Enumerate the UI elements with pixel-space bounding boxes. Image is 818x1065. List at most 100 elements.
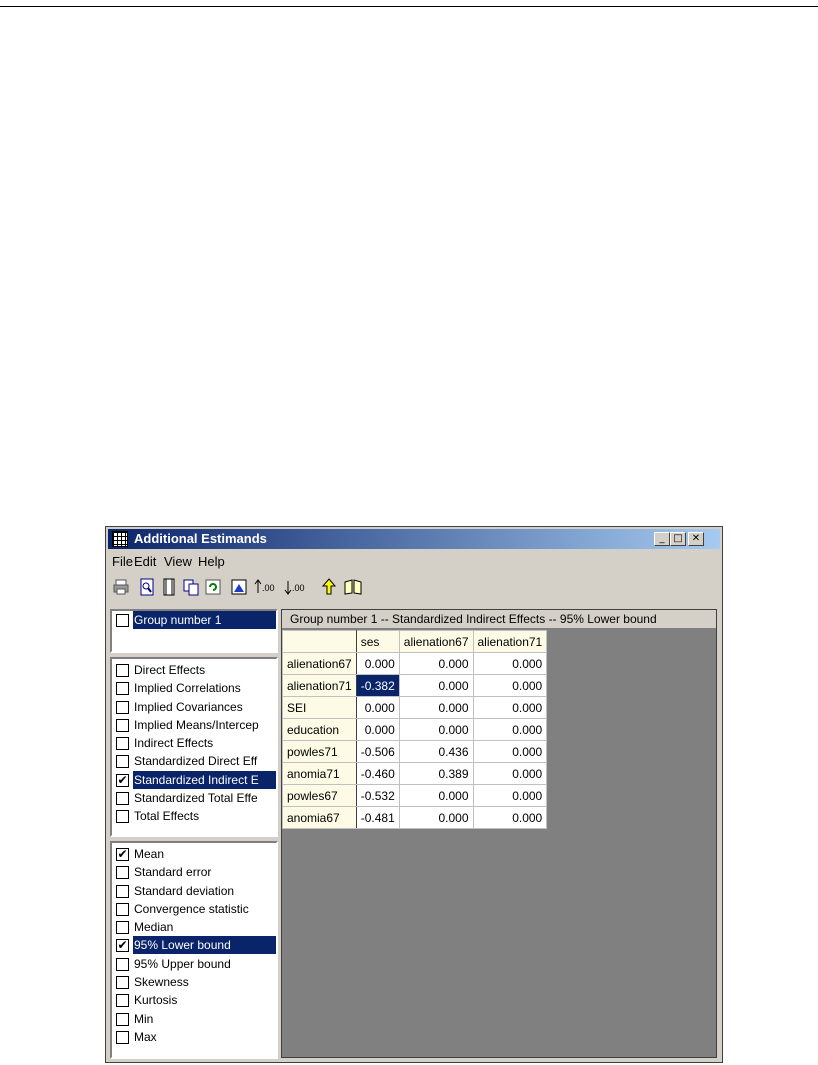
table-cell[interactable]: -0.532 bbox=[355, 784, 400, 807]
title-bar[interactable]: Additional Estimands _ □ ✕ bbox=[108, 529, 720, 549]
row-header[interactable]: SEI bbox=[282, 696, 357, 719]
estimand-checkbox[interactable]: ✔ bbox=[116, 773, 129, 787]
statistic-checkbox[interactable]: ✔ bbox=[116, 939, 129, 953]
menu-edit[interactable]: Edit bbox=[134, 554, 156, 569]
statistic-item[interactable]: Kurtosis bbox=[112, 991, 276, 1009]
copy-icon[interactable] bbox=[182, 578, 200, 596]
estimand-item[interactable]: Direct Effects bbox=[112, 661, 276, 679]
estimand-checkbox[interactable] bbox=[116, 792, 129, 806]
statistic-checkbox[interactable] bbox=[116, 994, 129, 1008]
group-item[interactable]: Group number 1 bbox=[112, 611, 276, 629]
table-cell[interactable]: 0.000 bbox=[398, 674, 474, 697]
estimand-item[interactable]: Implied Covariances bbox=[112, 698, 276, 716]
print-icon[interactable] bbox=[112, 578, 130, 596]
column-header[interactable]: ses bbox=[355, 630, 400, 653]
table-cell[interactable]: 0.000 bbox=[472, 696, 548, 719]
up-arrow-icon[interactable] bbox=[320, 578, 338, 596]
statistic-checkbox[interactable] bbox=[116, 1030, 129, 1044]
estimand-item[interactable]: Implied Means/Intercep bbox=[112, 716, 276, 734]
table-cell[interactable]: 0.436 bbox=[398, 740, 474, 763]
increase-decimals-icon[interactable]: .00 bbox=[254, 578, 280, 596]
maximize-button[interactable]: □ bbox=[670, 532, 686, 546]
statistic-checkbox[interactable]: ✔ bbox=[116, 848, 129, 861]
table-cell[interactable]: 0.000 bbox=[472, 718, 548, 741]
estimand-item[interactable]: Total Effects bbox=[112, 807, 276, 825]
table-cell[interactable]: 0.000 bbox=[355, 718, 400, 741]
estimand-item[interactable]: Indirect Effects bbox=[112, 734, 276, 752]
table-cell[interactable]: 0.000 bbox=[472, 674, 548, 697]
estimand-item[interactable]: Standardized Total Effe bbox=[112, 789, 276, 807]
table-cell[interactable]: 0.000 bbox=[398, 696, 474, 719]
decrease-decimals-icon[interactable]: .00 bbox=[284, 578, 310, 596]
estimand-checkbox[interactable] bbox=[116, 737, 129, 751]
table-cell[interactable]: 0.000 bbox=[355, 652, 400, 675]
row-header[interactable]: powles71 bbox=[282, 740, 357, 763]
statistic-checkbox[interactable] bbox=[116, 1012, 129, 1026]
table-cell[interactable]: 0.000 bbox=[472, 740, 548, 763]
help-book-icon[interactable] bbox=[344, 578, 362, 596]
statistic-checkbox[interactable] bbox=[116, 957, 129, 971]
statistic-item[interactable]: Standard deviation bbox=[112, 882, 276, 900]
table-cell[interactable]: 0.389 bbox=[398, 762, 474, 785]
menu-help[interactable]: Help bbox=[198, 554, 225, 569]
table-cell[interactable]: -0.382 bbox=[355, 674, 400, 697]
statistic-checkbox[interactable] bbox=[116, 902, 129, 916]
page-setup-icon[interactable] bbox=[160, 578, 178, 596]
estimand-checkbox[interactable] bbox=[116, 664, 129, 677]
table-cell[interactable]: 0.000 bbox=[398, 806, 474, 829]
estimand-item[interactable]: Standardized Direct Eff bbox=[112, 752, 276, 770]
print-preview-icon[interactable] bbox=[138, 578, 156, 596]
table-cell[interactable]: -0.506 bbox=[355, 740, 400, 763]
row-header[interactable]: powles67 bbox=[282, 784, 357, 807]
table-cell[interactable]: -0.460 bbox=[355, 762, 400, 785]
refresh-icon[interactable] bbox=[204, 578, 222, 596]
statistic-item[interactable]: ✔ 95% Lower bound bbox=[112, 936, 276, 955]
row-header[interactable]: anomia71 bbox=[282, 762, 357, 785]
table-cell[interactable]: 0.000 bbox=[398, 784, 474, 807]
statistic-item[interactable]: Convergence statistic bbox=[112, 900, 276, 918]
statistic-item[interactable]: Skewness bbox=[112, 973, 276, 991]
estimand-checkbox[interactable] bbox=[116, 700, 129, 714]
table-cell[interactable]: -0.481 bbox=[355, 806, 400, 829]
additional-estimands-window: Additional Estimands _ □ ✕ File Edit Vie… bbox=[105, 526, 723, 1063]
estimand-checkbox[interactable] bbox=[116, 810, 129, 824]
table-cell[interactable]: 0.000 bbox=[355, 696, 400, 719]
column-header[interactable]: alienation67 bbox=[398, 630, 474, 653]
statistic-item[interactable]: Median bbox=[112, 918, 276, 936]
menu-file[interactable]: File bbox=[112, 554, 133, 569]
group-checkbox[interactable] bbox=[116, 614, 129, 627]
statistic-checkbox[interactable] bbox=[116, 976, 129, 990]
table-cell[interactable]: 0.000 bbox=[398, 718, 474, 741]
estimands-list[interactable]: Direct Effects Implied Correlations Implie… bbox=[110, 657, 278, 837]
table-cell[interactable]: 0.000 bbox=[472, 784, 548, 807]
statistic-item[interactable]: 95% Upper bound bbox=[112, 955, 276, 973]
statistic-checkbox[interactable] bbox=[116, 884, 129, 898]
table-row: SEI 0.000 0.000 0.000 bbox=[282, 696, 548, 719]
table-cell[interactable]: 0.000 bbox=[472, 762, 548, 785]
table-cell[interactable]: 0.000 bbox=[398, 652, 474, 675]
view-chart-icon[interactable] bbox=[230, 578, 248, 596]
estimand-item[interactable]: Implied Correlations bbox=[112, 679, 276, 697]
row-header[interactable]: anomia67 bbox=[282, 806, 357, 829]
row-header[interactable]: education bbox=[282, 718, 357, 741]
row-header[interactable]: alienation67 bbox=[282, 652, 357, 675]
column-header[interactable]: alienation71 bbox=[472, 630, 548, 653]
statistic-item[interactable]: Min bbox=[112, 1010, 276, 1028]
statistic-item[interactable]: Standard error bbox=[112, 863, 276, 881]
row-header[interactable]: alienation71 bbox=[282, 674, 357, 697]
statistic-checkbox[interactable] bbox=[116, 921, 129, 935]
statistics-list[interactable]: ✔ Mean Standard error Standard deviation Con… bbox=[110, 841, 278, 1059]
minimize-button[interactable]: _ bbox=[654, 532, 670, 546]
table-cell[interactable]: 0.000 bbox=[472, 806, 548, 829]
statistic-checkbox[interactable] bbox=[116, 866, 129, 880]
estimand-checkbox[interactable] bbox=[116, 755, 129, 769]
close-button[interactable]: ✕ bbox=[688, 532, 704, 546]
estimand-item[interactable]: ✔ Standardized Indirect E bbox=[112, 770, 276, 789]
estimand-checkbox[interactable] bbox=[116, 718, 129, 732]
statistic-item[interactable]: Max bbox=[112, 1028, 276, 1046]
group-list[interactable]: Group number 1 bbox=[110, 609, 278, 653]
table-cell[interactable]: 0.000 bbox=[472, 652, 548, 675]
statistic-item[interactable]: ✔ Mean bbox=[112, 845, 276, 863]
estimand-checkbox[interactable] bbox=[116, 682, 129, 696]
menu-view[interactable]: View bbox=[164, 554, 192, 569]
